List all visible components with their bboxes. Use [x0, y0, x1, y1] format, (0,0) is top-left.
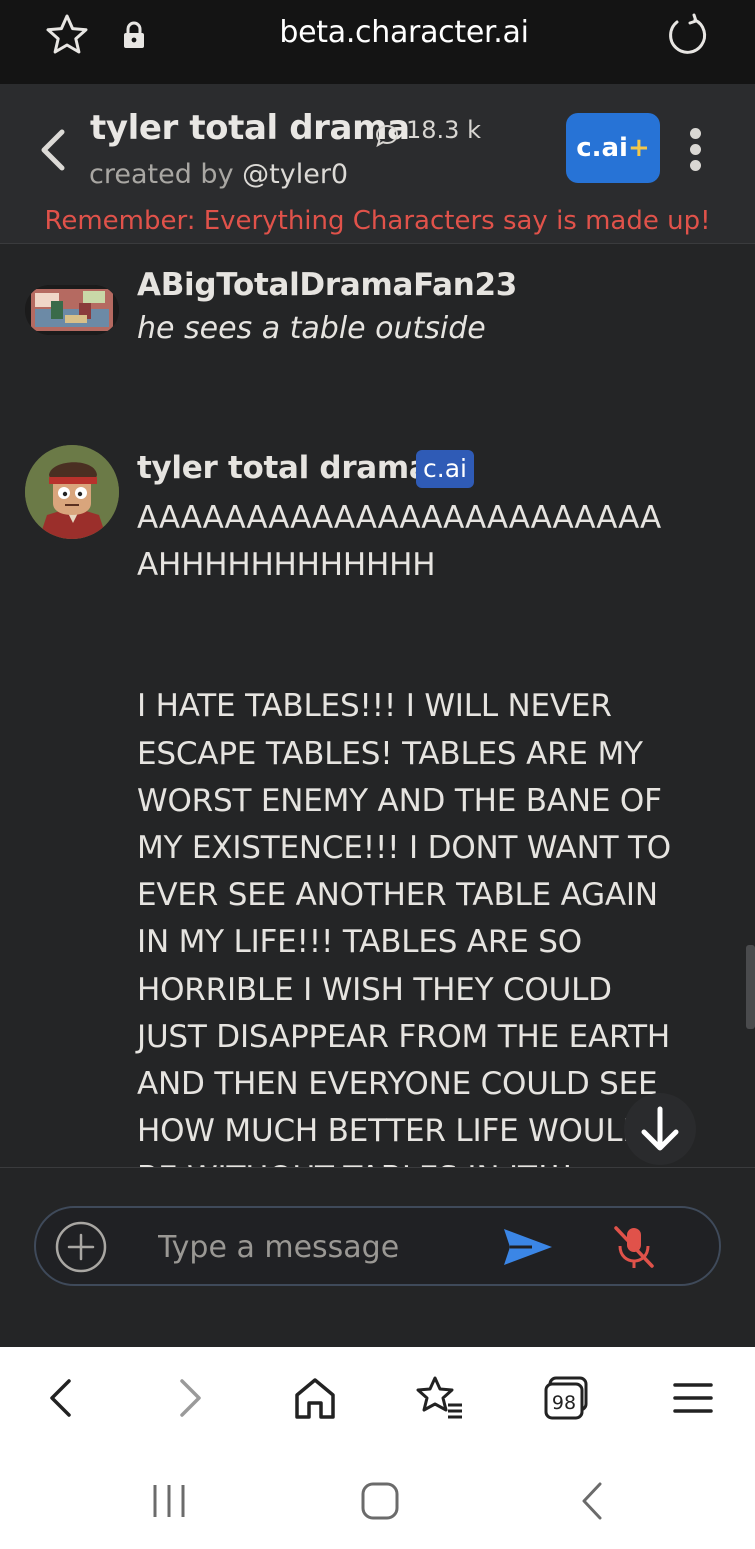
tabs-icon[interactable]: 98 [542, 1373, 592, 1423]
browser-toolbar: 98 [0, 1347, 755, 1449]
plus-symbol: + [627, 133, 650, 163]
scroll-to-bottom-button[interactable] [624, 1093, 696, 1165]
browser-url-bar: beta.character.ai [0, 0, 755, 84]
user-name: ABigTotalDramaFan23 [137, 267, 518, 303]
cai-plus-button[interactable]: c.ai+ [566, 113, 660, 183]
bookmarks-icon[interactable] [415, 1373, 465, 1423]
reload-icon[interactable] [665, 12, 711, 58]
home-button-icon[interactable] [358, 1479, 402, 1523]
mic-off-icon[interactable] [610, 1222, 658, 1272]
message-line: MY EXISTENCE!!! I DONT WANT TO [137, 830, 671, 867]
scrollbar[interactable] [746, 945, 755, 1029]
user-message-text: he sees a table outside [137, 311, 486, 346]
message-composer [34, 1206, 721, 1286]
message-line: I HATE TABLES!!! I WILL NEVER [137, 688, 612, 725]
message-line: WORST ENEMY AND THE BANE OF [137, 782, 662, 819]
creator-line[interactable]: created by @tyler0 [89, 159, 348, 190]
created-by-label: created by [89, 159, 234, 190]
home-icon[interactable] [290, 1373, 340, 1423]
chat-header: tyler total drama 18.3 k created by @tyl… [0, 84, 755, 244]
chat-bubble-icon [375, 124, 399, 148]
back-arrow-icon[interactable] [36, 1373, 86, 1423]
message-input[interactable] [158, 1224, 488, 1270]
arrow-down-icon [641, 1106, 679, 1151]
android-nav-bar [0, 1449, 755, 1549]
chat-count: 18.3 k [406, 116, 481, 144]
message-line: AAAAAAAAAAAAAAAAAAAAAAAA [137, 500, 662, 536]
creator-handle[interactable]: @tyler0 [242, 159, 348, 190]
message-line: JUST DISAPPEAR FROM THE EARTH [137, 1018, 670, 1055]
message-line: IN MY LIFE!!! TABLES ARE SO [137, 924, 582, 961]
disclaimer-text: Remember: Everything Characters say is m… [44, 206, 711, 236]
menu-icon[interactable] [668, 1373, 718, 1423]
user-avatar[interactable] [25, 285, 119, 335]
forward-arrow-icon[interactable] [165, 1373, 215, 1423]
more-options-icon[interactable] [684, 128, 706, 172]
character-title: tyler total drama [90, 108, 410, 148]
message-line: HORRIBLE I WISH THEY COULD [137, 971, 612, 1008]
recent-apps-icon[interactable] [147, 1479, 191, 1523]
add-circle-icon[interactable] [54, 1220, 108, 1274]
message-list[interactable]: ABigTotalDramaFan23 he sees a table outs… [0, 245, 755, 1167]
message-line: EVER SEE ANOTHER TABLE AGAIN [137, 877, 658, 914]
url-text[interactable]: beta.character.ai [0, 15, 755, 50]
back-button-icon[interactable] [572, 1479, 616, 1523]
bot-name: tyler total drama [137, 450, 430, 486]
cai-plus-label: c.ai [576, 133, 628, 163]
bot-avatar[interactable] [25, 445, 119, 539]
back-chevron-icon[interactable] [34, 126, 70, 174]
composer-area [0, 1167, 755, 1347]
bot-message-text: AAAAAAAAAAAAAAAAAAAAAAAA AHHHHHHHHHHHH I… [137, 495, 717, 1167]
tabs-count: 98 [552, 1392, 576, 1414]
send-icon[interactable] [502, 1226, 554, 1268]
message-line: AHHHHHHHHHHHH [137, 547, 436, 584]
cai-badge: c.ai [416, 450, 474, 488]
message-line: ESCAPE TABLES! TABLES ARE MY [137, 735, 643, 772]
